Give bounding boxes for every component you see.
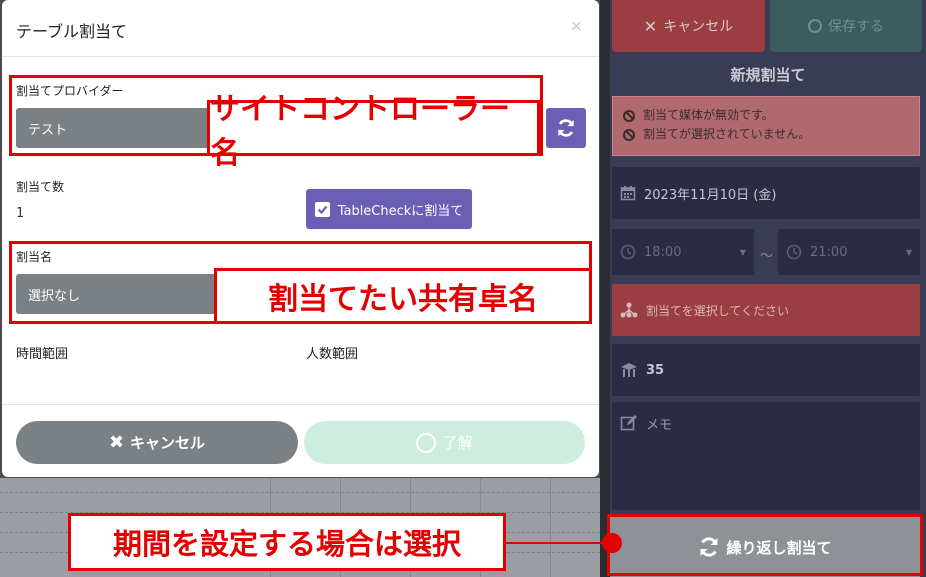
sitemap-icon: [620, 302, 638, 318]
annotation-frame-repeat: [607, 514, 923, 576]
start-time-value: 18:00: [644, 244, 682, 260]
date-field[interactable]: 2023年11月10日 (金): [612, 167, 920, 219]
guest-count-field[interactable]: 35: [612, 344, 920, 396]
tablecheck-assign-label: TableCheckに割当て: [337, 203, 464, 219]
modal-footer: ✖ キャンセル 了解: [2, 404, 599, 477]
close-icon: ✕: [643, 16, 658, 36]
annotation-site-controller: サイトコントローラー名: [207, 92, 540, 171]
modal-header: テーブル割当て ×: [2, 0, 599, 57]
end-time-select[interactable]: 21:00 ▼: [778, 229, 920, 275]
memo-placeholder: メモ: [646, 418, 673, 433]
guest-count-value: 35: [646, 362, 665, 378]
panel-save-label: 保存する: [828, 19, 884, 35]
panel-divider: [600, 0, 610, 577]
panel-title: 新規割当て: [730, 66, 806, 84]
refresh-button[interactable]: [546, 108, 586, 148]
close-icon: ✖: [108, 432, 125, 453]
panel-cancel-label: キャンセル: [663, 19, 734, 35]
annotation-dot: [602, 533, 622, 553]
modal-title: テーブル割当て: [16, 22, 128, 41]
caret-down-icon: ▼: [739, 248, 746, 257]
count-label: 割当て数: [16, 180, 65, 194]
time-separator: ～: [760, 249, 774, 264]
modal-cancel-label: キャンセル: [130, 434, 206, 452]
clock-icon: [620, 244, 636, 260]
close-icon[interactable]: ×: [570, 16, 583, 35]
annotation-period: 期間を設定する場合は選択: [68, 513, 506, 571]
modal-ok-label: 了解: [442, 434, 473, 452]
new-assignment-panel: ✕ キャンセル 保存する 新規割当て 割当て媒体が無効です。 割当てが選択されて…: [610, 0, 926, 577]
count-value: 1: [16, 206, 24, 221]
table-assignment-modal: テーブル割当て × 割当てプロバイダー テスト 割当て数 1 TableChec…: [2, 0, 599, 477]
modal-cancel-button[interactable]: ✖ キャンセル: [16, 421, 298, 464]
start-time-select[interactable]: 18:00 ▼: [612, 229, 754, 275]
table-icon: [621, 363, 637, 377]
ban-icon: [623, 109, 635, 122]
calendar-icon: [620, 186, 636, 201]
annotation-shared-table: 割当てたい共有卓名: [214, 268, 592, 324]
clock-icon: [786, 244, 802, 260]
date-value: 2023年11月10日 (金): [644, 187, 777, 203]
modal-ok-button[interactable]: 了解: [304, 421, 585, 464]
assignment-placeholder: 割当てを選択してください: [646, 303, 790, 318]
checkbox-checked-icon: [314, 201, 330, 217]
circle-icon: [808, 19, 822, 33]
end-time-value: 21:00: [810, 244, 848, 260]
annotation-connector: [506, 542, 612, 544]
panel-cancel-button[interactable]: ✕ キャンセル: [612, 0, 765, 52]
time-range-label: 時間範囲: [16, 347, 69, 362]
validation-alert: 割当て媒体が無効です。 割当てが選択されていません。: [612, 96, 920, 156]
assignment-select[interactable]: 割当てを選択してください: [612, 284, 920, 336]
caret-down-icon: ▼: [905, 248, 912, 257]
alert-message: 割当てが選択されていません。: [643, 127, 811, 141]
people-range-label: 人数範囲: [306, 347, 359, 362]
tablecheck-assign-button[interactable]: TableCheckに割当て: [306, 189, 472, 229]
ban-icon: [623, 128, 635, 141]
alert-message: 割当て媒体が無効です。: [643, 108, 774, 122]
panel-save-button[interactable]: 保存する: [770, 0, 922, 52]
circle-icon: [416, 432, 437, 453]
edit-icon: [620, 415, 637, 431]
sync-icon: [558, 119, 574, 137]
memo-field[interactable]: メモ: [612, 402, 920, 510]
time-range: 18:00 ▼ ～ 21:00 ▼: [612, 229, 920, 275]
